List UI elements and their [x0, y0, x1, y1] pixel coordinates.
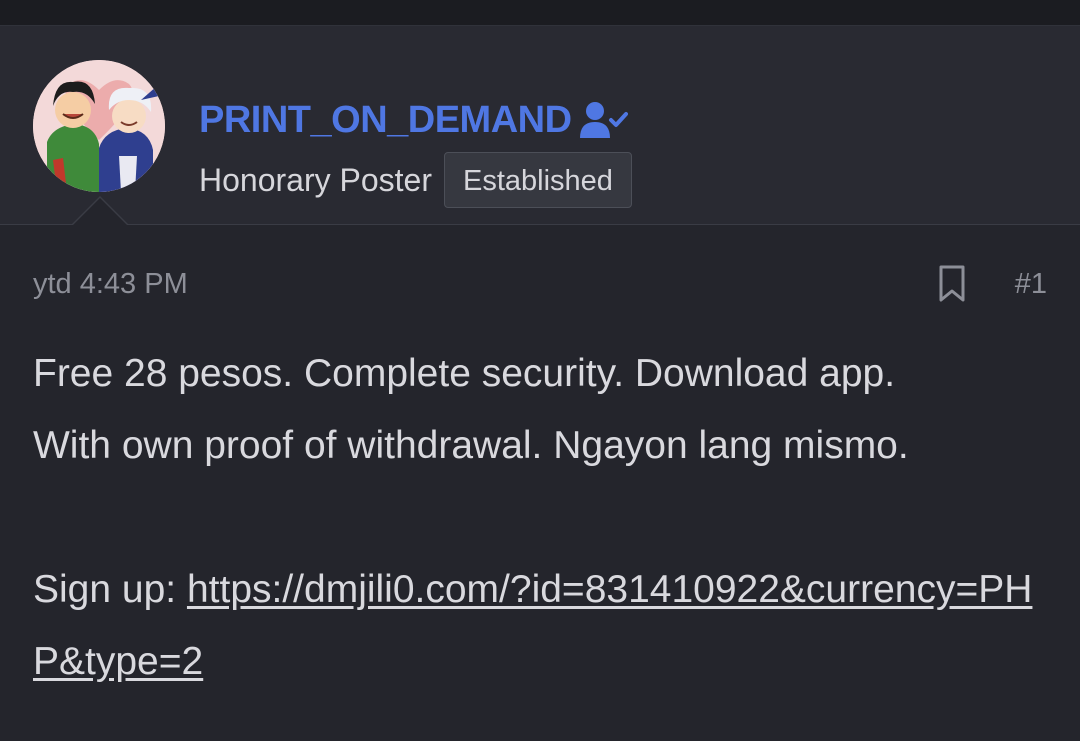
post-timestamp[interactable]: ytd 4:43 PM [33, 268, 188, 301]
message-author-block: PRINT_ON_DEMAND Honorary Poster Establis… [0, 26, 1080, 225]
user-check-icon [579, 100, 628, 140]
username-row: PRINT_ON_DEMAND [199, 96, 628, 144]
user-badge: Established [443, 152, 632, 208]
user-title-row: Honorary Poster Established [199, 152, 632, 208]
top-bar [0, 0, 1080, 26]
post-text-line: Free 28 pesos. Complete security. Downlo… [33, 352, 896, 395]
post-body: Free 28 pesos. Complete security. Downlo… [33, 338, 1053, 698]
user-title: Honorary Poster [199, 161, 432, 198]
post-meta: ytd 4:43 PM #1 [33, 262, 1047, 308]
signup-paragraph: Sign up: https://dmjili0.com/?id=8314109… [33, 554, 1053, 698]
username-link[interactable]: PRINT_ON_DEMAND [199, 99, 572, 142]
signup-label: Sign up: [33, 568, 187, 611]
bookmark-icon[interactable] [937, 264, 967, 304]
avatar-image [33, 60, 165, 192]
post-number-link[interactable]: #1 [1015, 268, 1047, 301]
post-text-line: With own proof of withdrawal. Ngayon lan… [33, 424, 909, 467]
paragraph-break [33, 482, 1053, 554]
avatar[interactable] [33, 60, 165, 192]
author-pointer [73, 198, 127, 225]
